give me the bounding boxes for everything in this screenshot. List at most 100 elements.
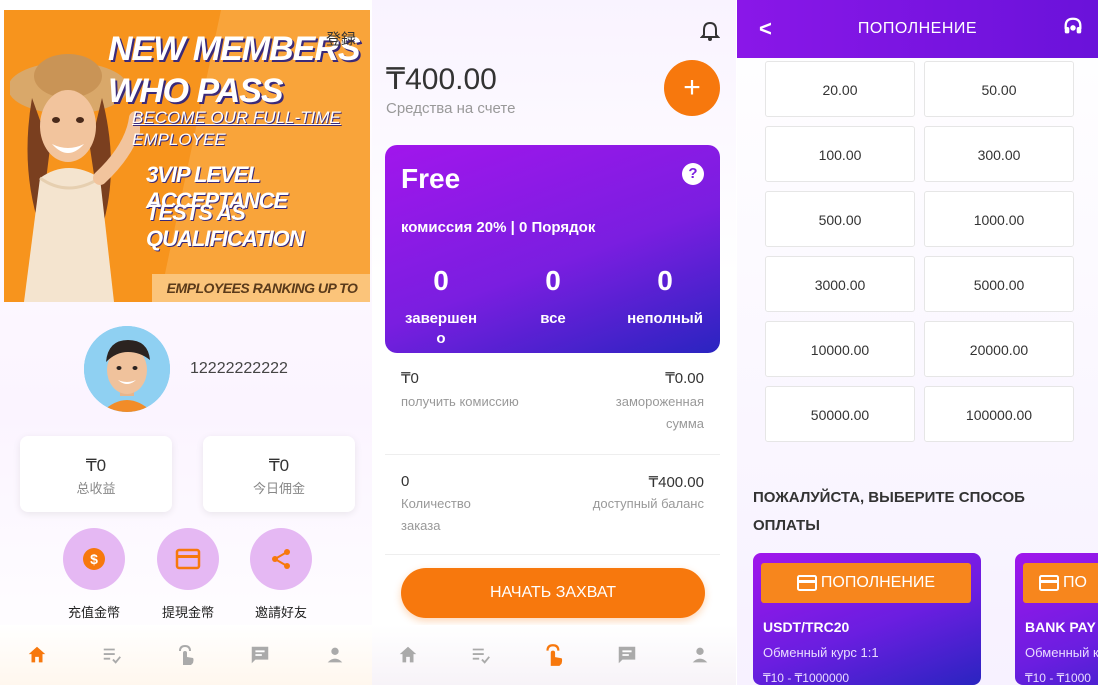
amount-option[interactable]: 3000.00 bbox=[765, 256, 915, 312]
amount-option[interactable]: 1000.00 bbox=[924, 191, 1074, 247]
order-count-label: Количество заказа bbox=[401, 496, 471, 533]
invite-circle bbox=[250, 528, 312, 590]
usdt-name: USDT/TRC20 bbox=[763, 619, 850, 635]
vip-all-label: все bbox=[540, 310, 566, 327]
invite-button[interactable]: 邀請好友 bbox=[241, 528, 321, 621]
nav-profile[interactable] bbox=[680, 635, 720, 675]
today-commission-card: ₸0 今日佣金 bbox=[203, 436, 355, 512]
vip-incomplete: 0 неполный bbox=[615, 265, 715, 329]
home-icon bbox=[400, 646, 417, 663]
nav-home[interactable] bbox=[388, 635, 428, 675]
order-count-value: 0 bbox=[401, 473, 410, 490]
nav-orders[interactable] bbox=[92, 635, 132, 675]
avatar-face-icon bbox=[84, 326, 170, 412]
vip-completed-label: завершен о bbox=[404, 310, 478, 347]
svg-text:$: $ bbox=[90, 551, 98, 567]
banner-text-line2: TESTS AS QUALIFICATION bbox=[146, 200, 305, 251]
home-panel: NEW MEMBERS WHO PASS BECOME OUR FULL-TIM… bbox=[0, 0, 372, 685]
usdt-recharge-button[interactable]: ПОПОЛНЕНИЕ bbox=[761, 563, 971, 603]
message-icon bbox=[252, 646, 269, 664]
payment-method-title: ПОЖАЛУЙСТА, ВЫБЕРИТЕ СПОСОБ ОПЛАТЫ bbox=[753, 489, 1025, 534]
today-commission-value: ₸0 bbox=[268, 456, 290, 475]
amount-option[interactable]: 50000.00 bbox=[765, 386, 915, 442]
order-info: 0 ₸400.00 Количество заказа доступный ба… bbox=[385, 455, 720, 555]
bell-icon[interactable] bbox=[700, 20, 720, 42]
list-icon bbox=[472, 648, 491, 664]
amount-option[interactable]: 20000.00 bbox=[924, 321, 1074, 377]
support-icon[interactable] bbox=[1062, 16, 1084, 38]
total-income-card: ₸0 总收益 bbox=[20, 436, 172, 512]
commission-info: ₸0 ₸0.00 получить комиссию замороженная … bbox=[385, 353, 720, 455]
nav-messages[interactable] bbox=[607, 635, 647, 675]
commission-value: ₸0 bbox=[401, 370, 419, 387]
amount-option[interactable]: 300.00 bbox=[924, 126, 1074, 182]
banner-title-line1: NEW MEMBERS bbox=[108, 30, 361, 68]
card-icon bbox=[796, 574, 817, 591]
amount-option[interactable]: 500.00 bbox=[765, 191, 915, 247]
bank-range: ₸10 - ₸1000 bbox=[1025, 671, 1091, 685]
nav-grab[interactable] bbox=[166, 635, 206, 675]
bottom-nav bbox=[372, 625, 736, 685]
profile-icon bbox=[327, 647, 343, 663]
banner-woman-image bbox=[10, 54, 140, 302]
payment-method-bank[interactable]: ПО BANK PAY Обменный к ₸10 - ₸1000 bbox=[1015, 553, 1098, 685]
banner-title-line2: WHO PASS bbox=[108, 72, 284, 110]
amount-option[interactable]: 10000.00 bbox=[765, 321, 915, 377]
dollar-icon: $ bbox=[83, 548, 105, 570]
grab-icon bbox=[546, 644, 563, 666]
message-icon bbox=[618, 646, 636, 664]
bank-rate: Обменный к bbox=[1025, 645, 1098, 660]
recharge-label: 充值金幣 bbox=[67, 605, 120, 620]
vip-all: 0 все bbox=[503, 265, 603, 329]
amount-option[interactable]: 5000.00 bbox=[924, 256, 1074, 312]
list-icon bbox=[103, 648, 121, 664]
help-icon[interactable]: ? bbox=[682, 163, 704, 185]
vip-incomplete-label: неполный bbox=[627, 310, 703, 327]
withdraw-circle bbox=[157, 528, 219, 590]
recharge-button[interactable]: $ 充值金幣 bbox=[54, 528, 134, 621]
add-funds-button[interactable]: + bbox=[664, 60, 720, 116]
frozen-value: ₸0.00 bbox=[665, 370, 704, 387]
user-id: 12222222222 bbox=[190, 360, 288, 377]
grab-icon bbox=[178, 644, 194, 665]
available-balance-value: ₸400.00 bbox=[648, 474, 704, 491]
bank-recharge-label: ПО bbox=[1063, 574, 1087, 591]
top-bar: < ПОПОЛНЕНИЕ bbox=[737, 0, 1098, 58]
vip-completed: 0 завершен о bbox=[391, 265, 491, 349]
invite-label: 邀請好友 bbox=[254, 605, 307, 620]
commission-label: получить комиссию bbox=[401, 394, 519, 409]
amount-option[interactable]: 100.00 bbox=[765, 126, 915, 182]
withdraw-button[interactable]: 提現金幣 bbox=[148, 528, 228, 621]
bank-name: BANK PAY bbox=[1025, 619, 1096, 635]
payment-method-usdt[interactable]: ПОПОЛНЕНИЕ USDT/TRC20 Обменный курс 1:1 … bbox=[753, 553, 981, 685]
usdt-rate: Обменный курс 1:1 bbox=[763, 645, 879, 660]
nav-home[interactable] bbox=[17, 635, 57, 675]
bank-recharge-button[interactable]: ПО bbox=[1023, 563, 1098, 603]
account-balance-label: Средства на счете bbox=[386, 100, 516, 117]
banner-subtitle-line2: EMPLOYEE bbox=[132, 130, 226, 149]
start-grab-button[interactable]: НАЧАТЬ ЗАХВАТ bbox=[401, 568, 705, 618]
promo-banner[interactable]: NEW MEMBERS WHO PASS BECOME OUR FULL-TIM… bbox=[4, 10, 370, 302]
amount-option[interactable]: 50.00 bbox=[924, 61, 1074, 117]
usdt-recharge-label: ПОПОЛНЕНИЕ bbox=[820, 574, 936, 591]
nav-orders[interactable] bbox=[461, 635, 501, 675]
withdraw-label: 提現金幣 bbox=[161, 605, 214, 620]
login-link[interactable]: 登録 bbox=[326, 28, 356, 49]
profile-icon bbox=[692, 647, 707, 663]
recharge-panel: < ПОПОЛНЕНИЕ ПОЖАЛУЙСТА, ВЫБЕРИТЕ СПОСОБ… bbox=[737, 0, 1098, 685]
nav-messages[interactable] bbox=[240, 635, 280, 675]
bottom-nav bbox=[0, 625, 372, 685]
vip-completed-count: 0 bbox=[433, 265, 449, 296]
available-balance-label: доступный баланс bbox=[592, 496, 704, 511]
amount-option[interactable]: 20.00 bbox=[765, 61, 915, 117]
page-title: ПОПОЛНЕНИЕ bbox=[857, 20, 978, 37]
avatar[interactable] bbox=[84, 326, 170, 412]
recharge-circle: $ bbox=[63, 528, 125, 590]
vip-level-name: Free bbox=[401, 163, 461, 194]
vip-all-count: 0 bbox=[545, 265, 561, 296]
frozen-label: замороженная сумма bbox=[615, 394, 704, 431]
nav-profile[interactable] bbox=[315, 635, 355, 675]
amount-option[interactable]: 100000.00 bbox=[924, 386, 1074, 442]
total-income-label: 总收益 bbox=[76, 481, 116, 496]
nav-grab[interactable] bbox=[534, 635, 574, 675]
